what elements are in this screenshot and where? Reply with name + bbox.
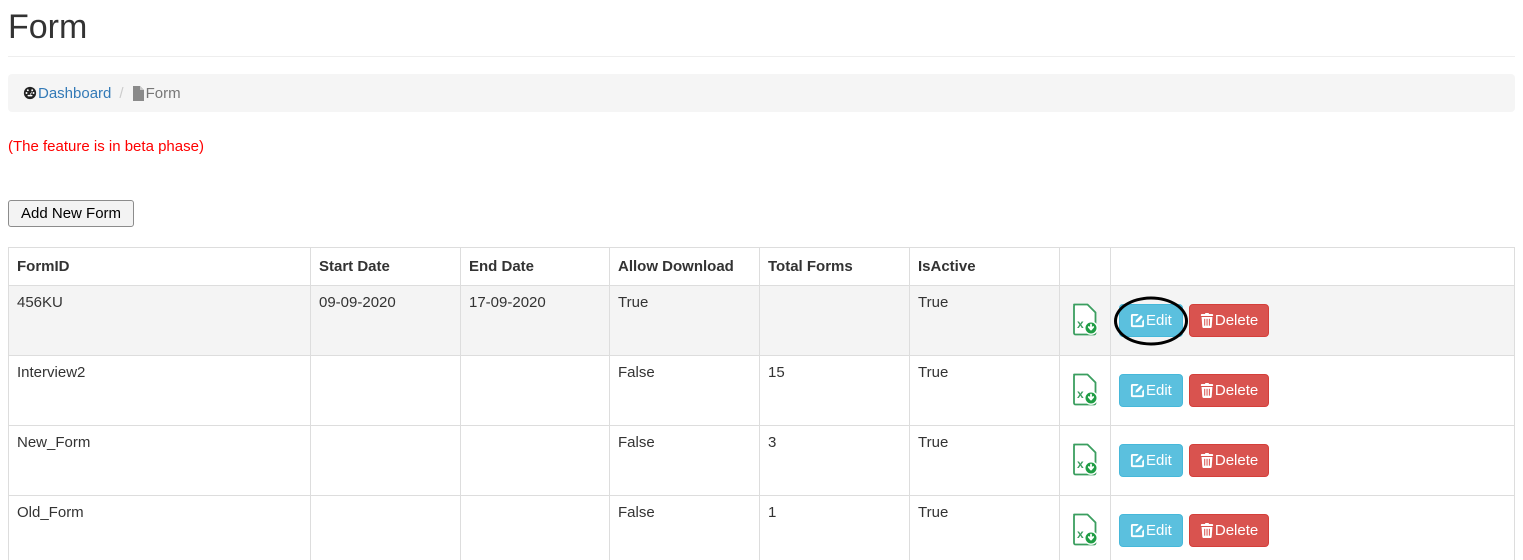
edit-button[interactable]: Edit: [1119, 514, 1183, 547]
edit-button-label: Edit: [1146, 521, 1172, 540]
edit-icon: [1130, 453, 1145, 468]
cell-start-date: 09-09-2020: [311, 286, 461, 356]
svg-text:x: x: [1077, 457, 1084, 471]
cell-end-date: [461, 496, 610, 560]
cell-is-active: True: [910, 426, 1060, 496]
dashboard-link[interactable]: Dashboard: [23, 85, 111, 102]
cell-excel: x: [1060, 496, 1111, 560]
cell-allow-download: False: [610, 426, 760, 496]
cell-actions: Edit Delete: [1111, 496, 1515, 560]
cell-actions: Edit Delete: [1111, 426, 1515, 496]
table-row: Interview2 False 15 True x: [9, 356, 1515, 426]
cell-form-id: Interview2: [9, 356, 311, 426]
cell-total-forms: 15: [760, 356, 910, 426]
trash-icon: [1200, 313, 1214, 328]
cell-total-forms: [760, 286, 910, 356]
col-header-start-date: Start Date: [311, 248, 461, 286]
table-header-row: FormID Start Date End Date Allow Downloa…: [9, 248, 1515, 286]
beta-phase-notice: (The feature is in beta phase): [8, 138, 1515, 155]
edit-button-label: Edit: [1146, 311, 1172, 330]
edit-icon: [1130, 523, 1145, 538]
cell-allow-download: False: [610, 496, 760, 560]
breadcrumb-item-form: Form: [132, 85, 181, 102]
table-row: Old_Form False 1 True x: [9, 496, 1515, 560]
add-new-form-button[interactable]: Add New Form: [8, 200, 134, 227]
breadcrumb-label: Form: [146, 85, 181, 102]
trash-icon: [1200, 523, 1214, 538]
file-icon: [132, 86, 145, 101]
cell-form-id: 456KU: [9, 286, 311, 356]
cell-is-active: True: [910, 496, 1060, 560]
excel-download-icon[interactable]: x: [1071, 442, 1099, 476]
cell-start-date: [311, 426, 461, 496]
cell-end-date: [461, 356, 610, 426]
trash-icon: [1200, 383, 1214, 398]
cell-allow-download: False: [610, 356, 760, 426]
excel-download-icon[interactable]: x: [1071, 302, 1099, 336]
form-table-wrap: FormID Start Date End Date Allow Downloa…: [8, 247, 1515, 560]
col-header-total-forms: Total Forms: [760, 248, 910, 286]
col-header-allow-download: Allow Download: [610, 248, 760, 286]
col-header-excel: [1060, 248, 1111, 286]
delete-button-label: Delete: [1215, 311, 1258, 330]
cell-start-date: [311, 496, 461, 560]
cell-excel: x: [1060, 426, 1111, 496]
col-header-isactive: IsActive: [910, 248, 1060, 286]
edit-icon: [1130, 383, 1145, 398]
svg-text:x: x: [1077, 317, 1084, 331]
page: Form Dashboard /: [0, 8, 1523, 560]
cell-excel: x: [1060, 286, 1111, 356]
cell-excel: x: [1060, 356, 1111, 426]
dashboard-icon: [23, 86, 37, 100]
cell-end-date: 17-09-2020: [461, 286, 610, 356]
delete-button[interactable]: Delete: [1189, 304, 1269, 337]
cell-total-forms: 1: [760, 496, 910, 560]
cell-actions: Edit Delete: [1111, 286, 1515, 356]
delete-button-label: Delete: [1215, 451, 1258, 470]
cell-form-id: Old_Form: [9, 496, 311, 560]
table-row: New_Form False 3 True x: [9, 426, 1515, 496]
col-header-formid: FormID: [9, 248, 311, 286]
trash-icon: [1200, 453, 1214, 468]
edit-button[interactable]: Edit: [1119, 304, 1183, 337]
col-header-end-date: End Date: [461, 248, 610, 286]
excel-download-icon[interactable]: x: [1071, 372, 1099, 406]
col-header-actions: [1111, 248, 1515, 286]
breadcrumb-label: Dashboard: [38, 85, 111, 102]
cell-start-date: [311, 356, 461, 426]
svg-text:x: x: [1077, 527, 1084, 541]
svg-text:x: x: [1077, 387, 1084, 401]
cell-allow-download: True: [610, 286, 760, 356]
cell-is-active: True: [910, 286, 1060, 356]
cell-form-id: New_Form: [9, 426, 311, 496]
delete-button[interactable]: Delete: [1189, 514, 1269, 547]
form-table: FormID Start Date End Date Allow Downloa…: [8, 247, 1515, 560]
breadcrumb-item-dashboard[interactable]: Dashboard: [23, 85, 111, 102]
cell-actions: Edit Delete: [1111, 356, 1515, 426]
delete-button[interactable]: Delete: [1189, 374, 1269, 407]
delete-button[interactable]: Delete: [1189, 444, 1269, 477]
edit-icon: [1130, 313, 1145, 328]
edit-button[interactable]: Edit: [1119, 374, 1183, 407]
edit-button[interactable]: Edit: [1119, 444, 1183, 477]
form-table-body: 456KU 09-09-2020 17-09-2020 True True x: [9, 286, 1515, 560]
edit-button-label: Edit: [1146, 451, 1172, 470]
delete-button-label: Delete: [1215, 521, 1258, 540]
breadcrumb: Dashboard / Form: [8, 74, 1515, 112]
table-row: 456KU 09-09-2020 17-09-2020 True True x: [9, 286, 1515, 356]
breadcrumb-separator: /: [111, 85, 131, 102]
cell-end-date: [461, 426, 610, 496]
cell-total-forms: 3: [760, 426, 910, 496]
excel-download-icon[interactable]: x: [1071, 512, 1099, 546]
cell-is-active: True: [910, 356, 1060, 426]
page-title: Form: [8, 8, 1515, 57]
edit-button-label: Edit: [1146, 381, 1172, 400]
delete-button-label: Delete: [1215, 381, 1258, 400]
